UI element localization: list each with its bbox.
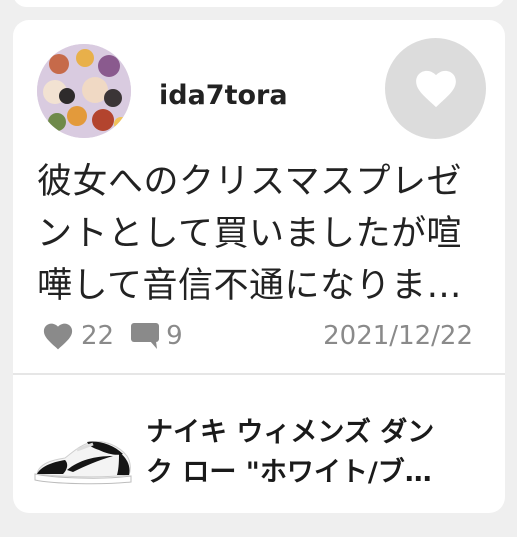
like-count: 22 [81,321,115,351]
post-card[interactable]: ida7tora 彼女へのクリスマスプレゼ ントとして買いましたが喧 嘩して音信… [13,20,505,513]
post-text-line: 彼女へのクリスマスプレゼ [37,162,462,202]
like-button[interactable] [385,38,486,139]
user-avatar[interactable] [37,44,131,138]
post-stats: 22 9 [43,318,183,354]
heart-icon [415,70,456,107]
product-name-line: ナイキ ウィメンズ ダン [146,417,435,448]
comment-stat: 9 [130,321,183,351]
adjacent-card-edge [517,0,525,537]
post-text[interactable]: 彼女へのクリスマスプレゼ ントとして買いましたが喧 嘩して音信不通になりま… [37,156,487,312]
post-date: 2021/12/22 [323,321,473,351]
username[interactable]: ida7tora [159,80,288,111]
product-name: ナイキ ウィメンズ ダン ク ロー "ホワイト/ブ… [146,413,481,493]
heart-icon [43,323,73,349]
previous-card [13,0,505,7]
sneaker-image [34,441,132,485]
product-link[interactable]: ナイキ ウィメンズ ダン ク ロー "ホワイト/ブ… [13,375,505,513]
post-text-line: 嘩して音信不通になりま… [37,266,462,306]
comment-icon [131,323,160,349]
product-name-line: ク ロー "ホワイト/ブ… [146,457,432,488]
post-text-line: ントとして買いましたが喧 [37,214,462,254]
comment-count: 9 [166,321,183,351]
like-stat: 22 [43,321,114,351]
